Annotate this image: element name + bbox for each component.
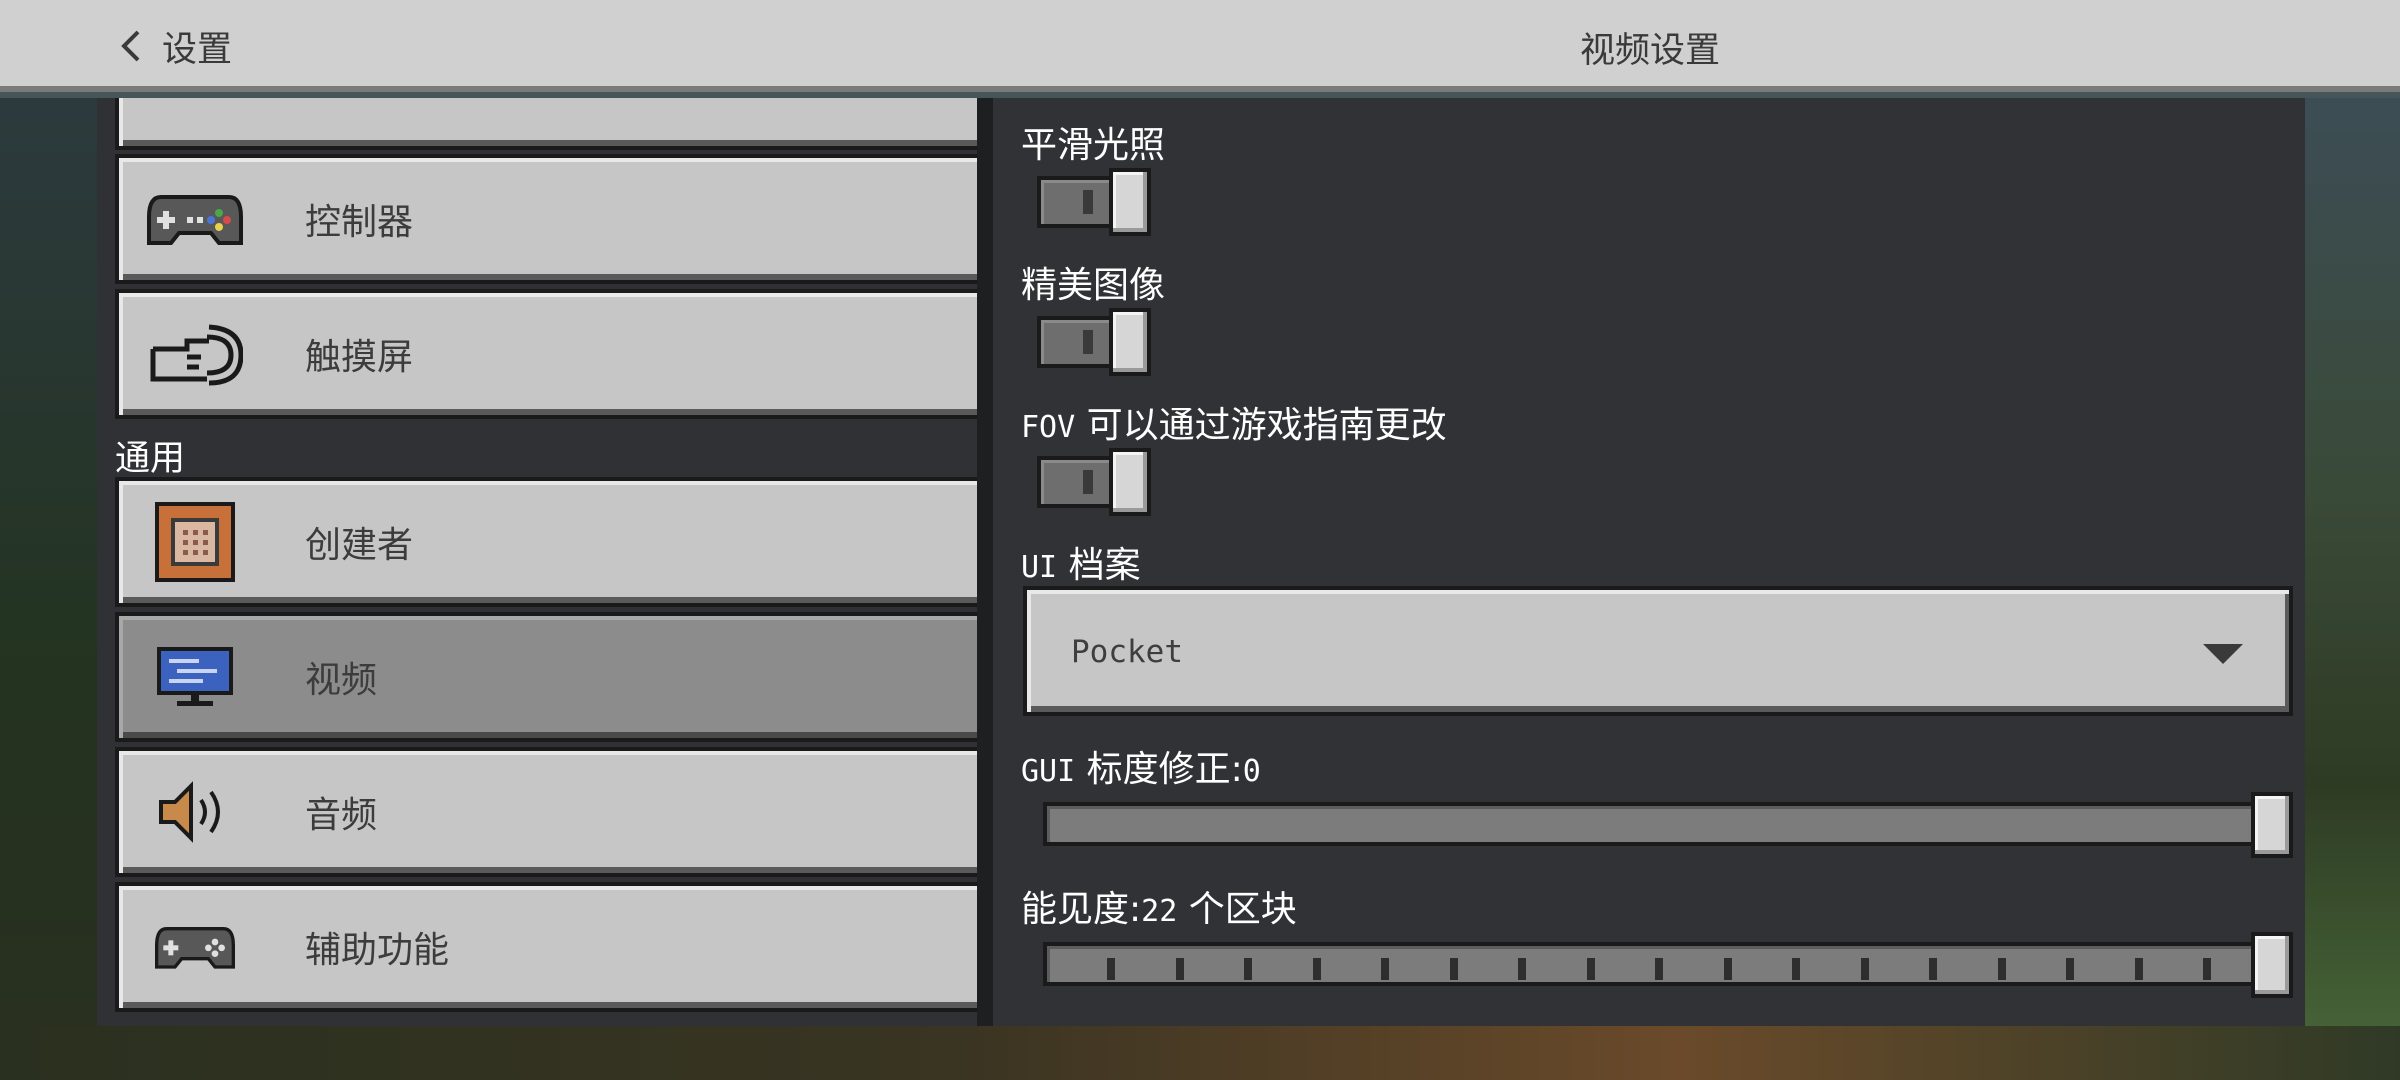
ui-profile-selected-value: Pocket xyxy=(1071,634,1183,670)
caret-down-icon xyxy=(2203,644,2243,664)
video-settings-panel[interactable]: 平滑光照 精美图像 FOV 可以通过游戏指南更改 UI 档案 Pocket GU… xyxy=(993,98,2305,1026)
slider-tick xyxy=(1175,958,1184,980)
sidebar-item-audio[interactable]: 音频 xyxy=(115,747,977,877)
top-bar: 设置 视频设置 xyxy=(0,0,2400,92)
ui-profile-label: UI 档案 xyxy=(1021,536,1141,588)
slider-tick xyxy=(1792,958,1800,980)
chevron-left-icon xyxy=(121,30,140,62)
sidebar-item-label: 音频 xyxy=(305,795,378,836)
ui-profile-dropdown[interactable]: Pocket xyxy=(1023,586,2293,716)
sidebar-item-label: 触摸屏 xyxy=(305,337,414,378)
touch-icon xyxy=(147,314,243,394)
sidebar-item-partial[interactable] xyxy=(115,98,977,150)
back-button[interactable]: 设置 xyxy=(118,18,232,74)
speaker-icon xyxy=(147,772,243,852)
render-distance-label-prefix: 能见度: xyxy=(1021,889,1142,930)
slider-tick xyxy=(1860,958,1869,980)
slider-tick xyxy=(2134,958,2143,980)
toggle-knob[interactable] xyxy=(1109,308,1151,376)
slider-tick xyxy=(1723,958,1732,980)
render-distance-label-suffix: 个区块 xyxy=(1188,889,1297,930)
gui-scale-label-prefix: GUI xyxy=(1021,754,1076,789)
sidebar-item-controller[interactable]: 控制器 xyxy=(115,154,977,284)
settings-sidebar[interactable]: 控制器 触摸屏 通用 创建者 视频 音频 辅助功能 xyxy=(97,98,977,1026)
slider-tick xyxy=(1997,958,2006,980)
ui-profile-label-prefix: UI xyxy=(1021,550,1058,585)
back-label: 设置 xyxy=(162,29,233,70)
render-distance-label: 能见度:22 个区块 xyxy=(1021,880,1297,932)
slider-tick xyxy=(2066,958,2074,980)
slider-knob[interactable] xyxy=(2251,932,2293,998)
gui-scale-value: 0 xyxy=(1242,754,1261,789)
render-distance-value: 22 xyxy=(1141,894,1178,929)
sidebar-item-touch[interactable]: 触摸屏 xyxy=(115,289,977,419)
render-distance-slider[interactable] xyxy=(1043,932,2293,1000)
slider-tick xyxy=(1244,958,1252,980)
sidebar-item-label: 控制器 xyxy=(305,202,414,243)
panel-divider xyxy=(977,98,993,1026)
slider-tick xyxy=(1655,958,1663,980)
slider-tick xyxy=(1107,958,1115,980)
smooth-lighting-label: 平滑光照 xyxy=(1021,125,1166,166)
gui-scale-label-text: 标度修正: xyxy=(1086,749,1243,790)
slider-tick xyxy=(2203,958,2211,980)
fancy-graphics-label: 精美图像 xyxy=(1021,265,1166,306)
slider-knob[interactable] xyxy=(2251,792,2293,858)
world-background xyxy=(0,98,97,1080)
toggle-knob[interactable] xyxy=(1109,168,1151,236)
sidebar-item-label: 辅助功能 xyxy=(305,930,450,971)
world-background-bottom xyxy=(0,1026,2400,1080)
command-block-icon xyxy=(147,502,243,582)
toggle-knob[interactable] xyxy=(1109,448,1151,516)
smooth-lighting-toggle[interactable] xyxy=(1037,168,1153,236)
sidebar-item-accessibility[interactable]: 辅助功能 xyxy=(115,882,977,1012)
section-label-general: 通用 xyxy=(115,439,186,479)
monitor-icon xyxy=(147,637,243,717)
slider-tick xyxy=(1312,958,1321,980)
gui-scale-slider[interactable] xyxy=(1043,792,2293,860)
sidebar-item-label: 创建者 xyxy=(305,525,414,566)
fov-label: FOV 可以通过游戏指南更改 xyxy=(1021,396,1447,448)
fov-toggle[interactable] xyxy=(1037,448,1153,516)
fancy-graphics-toggle[interactable] xyxy=(1037,308,1153,376)
controller-icon xyxy=(147,179,243,259)
gui-scale-label: GUI 标度修正:0 xyxy=(1021,740,1261,792)
slider-rail xyxy=(1043,942,2283,986)
sidebar-item-video[interactable]: 视频 xyxy=(115,612,977,742)
slider-tick xyxy=(1929,958,1937,980)
slider-tick xyxy=(1381,958,1389,980)
slider-tick xyxy=(1518,958,1526,980)
slider-tick xyxy=(1586,958,1595,980)
sidebar-item-label: 视频 xyxy=(305,660,378,701)
slider-rail xyxy=(1043,802,2283,846)
page-title: 视频设置 xyxy=(1579,31,1720,71)
controller-icon xyxy=(147,907,243,987)
sidebar-item-creator[interactable]: 创建者 xyxy=(115,477,977,607)
slider-tick xyxy=(1449,958,1458,980)
ui-profile-label-text: 档案 xyxy=(1068,545,1141,586)
fov-label-prefix: FOV xyxy=(1021,410,1076,445)
world-background-right xyxy=(2305,98,2400,1080)
fov-label-text: 可以通过游戏指南更改 xyxy=(1086,405,1447,446)
